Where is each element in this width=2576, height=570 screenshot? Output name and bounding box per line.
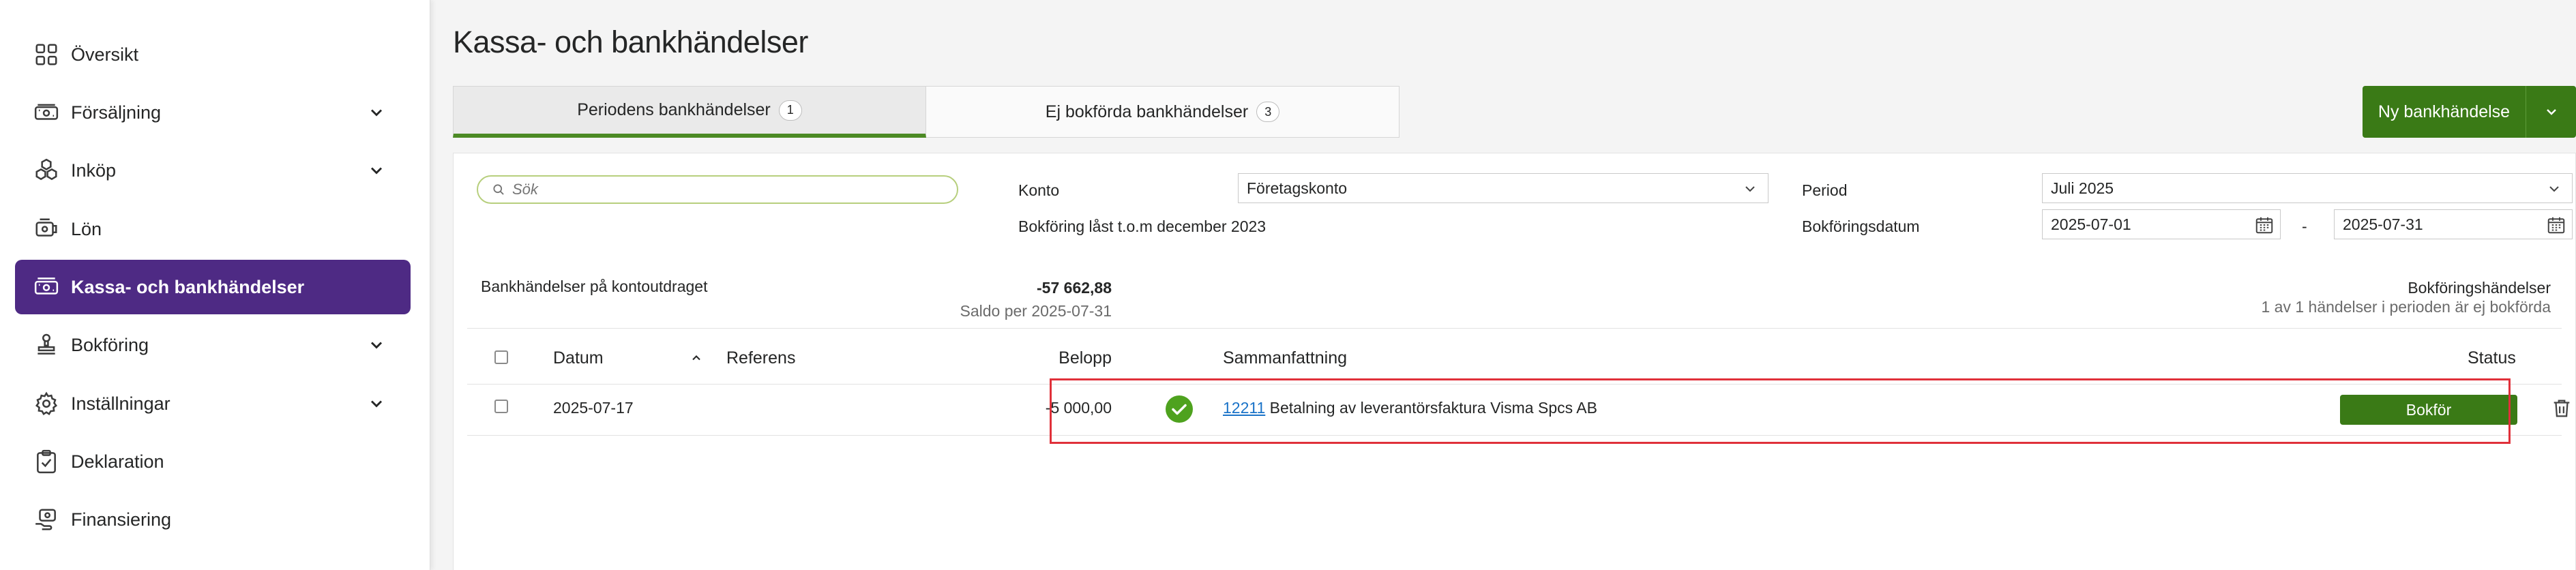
sidebar-item-label: Försäljning (71, 102, 162, 123)
sidebar-item-installningar[interactable]: Inställningar (15, 376, 411, 431)
sidebar-item-deklaration[interactable]: Deklaration (15, 434, 411, 489)
date-from-input[interactable]: 2025-07-01 (2042, 209, 2281, 239)
sidebar: Översikt Försäljning Inköp Lön Kassa- oc… (0, 0, 430, 570)
tab-ej-bokforda[interactable]: Ej bokförda bankhändelser 3 (926, 86, 1400, 138)
new-bank-event-dropdown-button[interactable] (2526, 86, 2576, 138)
grid-icon (33, 41, 60, 68)
sidebar-item-inkop[interactable]: Inköp (15, 143, 411, 198)
divider (467, 328, 2562, 329)
row-datum: 2025-07-17 (553, 399, 634, 417)
boxes-icon (33, 157, 60, 184)
saldo-note: Saldo per 2025-07-31 (960, 302, 1112, 320)
konto-label: Konto (1018, 181, 1060, 199)
date-from-value: 2025-07-01 (2051, 215, 2131, 233)
tab-bar: Periodens bankhändelser 1 Ej bokförda ba… (453, 86, 1400, 138)
sidebar-item-forsaljning[interactable]: Försäljning (15, 85, 411, 140)
sidebar-item-finansiering[interactable]: Finansiering (15, 492, 411, 547)
sidebar-item-lon[interactable]: Lön (15, 202, 411, 256)
chevron-down-icon (370, 109, 383, 117)
unbooked-note: 1 av 1 händelser i perioden är ej bokför… (2261, 298, 2551, 316)
count-badge: 1 (778, 100, 802, 121)
chevron-down-icon (1745, 186, 1755, 192)
row-highlight-box (1050, 378, 2511, 444)
chevron-down-icon (370, 400, 383, 408)
sidebar-item-label: Finansiering (71, 509, 172, 530)
calendar-icon[interactable] (2546, 215, 2566, 235)
bokforingshandelser-label: Bokföringshändelser (2408, 279, 2551, 297)
sidebar-item-label: Deklaration (71, 451, 164, 472)
count-badge: 3 (1256, 102, 1280, 122)
chevron-down-icon (370, 342, 383, 349)
trash-icon[interactable] (2550, 396, 2573, 421)
summary-left-label: Bankhändelser på kontoutdraget (481, 278, 708, 295)
chevron-down-icon (370, 167, 383, 175)
tab-label: Periodens bankhändelser (577, 100, 771, 119)
date-to-input[interactable]: 2025-07-31 (2334, 209, 2573, 239)
money-hand-icon (33, 506, 60, 533)
gear-icon (33, 390, 60, 417)
period-value: Juli 2025 (2051, 179, 2114, 197)
sidebar-item-label: Översikt (71, 44, 139, 65)
tab-periodens-bankhandelser[interactable]: Periodens bankhändelser 1 (453, 86, 926, 138)
clipboard-check-icon (33, 448, 60, 475)
cash-register-icon (33, 99, 60, 126)
chevron-down-icon (2546, 109, 2556, 115)
search-icon (493, 184, 504, 195)
locked-note: Bokföring låst t.o.m december 2023 (1018, 217, 1267, 235)
bank-events-panel: Konto Företagskonto Bokföring låst t.o.m… (453, 153, 2576, 570)
main-content: Kassa- och bankhändelser Periodens bankh… (431, 0, 2576, 570)
period-select[interactable]: Juli 2025 (2042, 173, 2573, 203)
sidebar-item-label: Inköp (71, 160, 117, 181)
column-header-referens[interactable]: Referens (726, 348, 795, 368)
column-header-belopp[interactable]: Belopp (1058, 348, 1112, 368)
date-separator: - (2302, 217, 2307, 235)
saldo-amount: -57 662,88 (1037, 279, 1112, 297)
date-to-value: 2025-07-31 (2343, 215, 2423, 233)
search-input[interactable] (512, 181, 957, 198)
column-header-datum[interactable]: Datum (553, 348, 604, 368)
bank-transfer-icon (33, 273, 60, 301)
bokforingsdatum-label: Bokföringsdatum (1802, 217, 1920, 235)
row-checkbox[interactable] (494, 400, 508, 413)
tab-label: Ej bokförda bankhändelser (1045, 102, 1249, 121)
new-bank-event-split-button: Ny bankhändelse (2363, 86, 2576, 138)
sidebar-item-label: Bokföring (71, 334, 149, 355)
column-header-sammanfattning: Sammanfattning (1223, 348, 1348, 368)
calendar-icon[interactable] (2254, 215, 2275, 235)
period-label: Period (1802, 181, 1848, 199)
stamp-icon (33, 331, 60, 359)
sort-ascending-icon[interactable] (690, 351, 703, 365)
search-field[interactable] (477, 175, 958, 204)
new-bank-event-button[interactable]: Ny bankhändelse (2363, 86, 2526, 138)
sidebar-item-label: Inställningar (71, 393, 171, 414)
select-all-checkbox[interactable] (494, 350, 508, 364)
wallet-icon (33, 215, 60, 243)
sidebar-item-oversikt[interactable]: Översikt (15, 27, 411, 82)
sidebar-item-bokforing[interactable]: Bokföring (15, 318, 411, 372)
sidebar-item-kassa-bank[interactable]: Kassa- och bankhändelser (15, 260, 411, 314)
konto-value: Företagskonto (1247, 179, 1348, 197)
sidebar-item-label: Lön (71, 218, 102, 239)
chevron-down-icon (2549, 186, 2559, 192)
column-header-status: Status (2468, 348, 2516, 368)
page-title: Kassa- och bankhändelser (453, 25, 808, 59)
sidebar-item-label: Kassa- och bankhändelser (71, 276, 305, 297)
konto-select[interactable]: Företagskonto (1238, 173, 1768, 203)
